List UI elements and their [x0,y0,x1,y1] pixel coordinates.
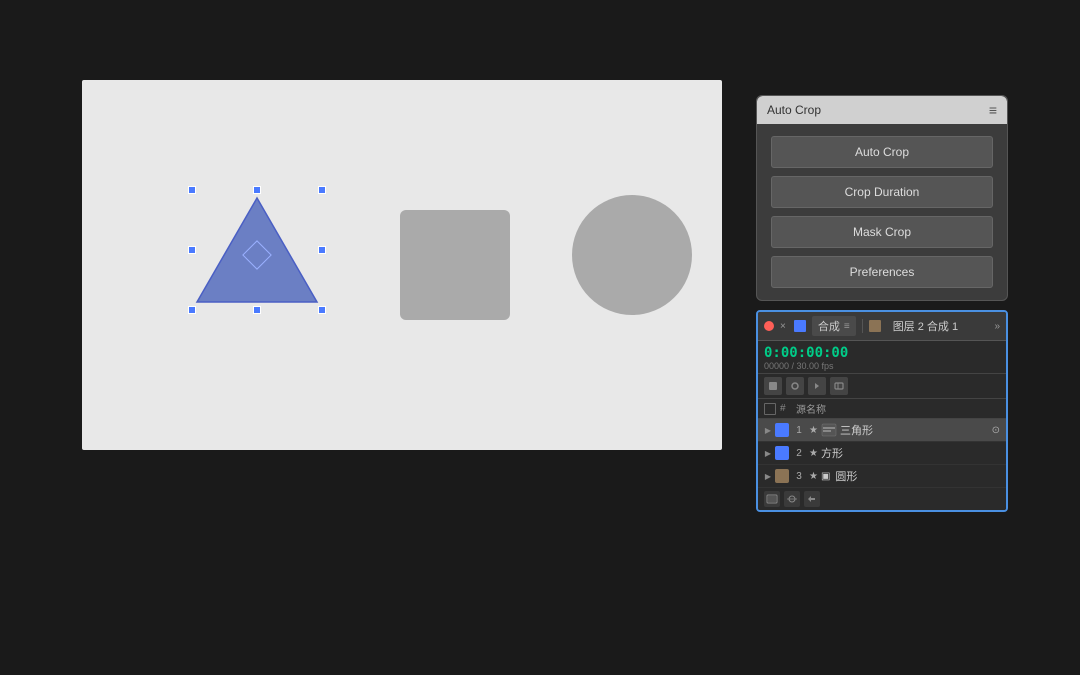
timecode: 0:00:00:00 [764,345,1000,361]
tl-ctrl-2[interactable] [786,377,804,395]
tl-ctrl-1[interactable] [764,377,782,395]
rectangle-shape[interactable] [400,210,510,320]
layer-star-1: ★ [809,425,818,436]
tl-ctrl-3[interactable] [808,377,826,395]
autocrop-titlebar: Auto Crop ≡ [757,96,1007,124]
layer-name-1: 三角形 [840,422,989,438]
tl-separator [862,319,863,333]
timeline-panel: × 合成 ≡ 图层 2 合成 1 » 0:00:00:00 00000 / 30… [756,310,1008,512]
timeline-time: 0:00:00:00 00000 / 30.00 fps [758,341,1006,374]
tl-ctrl-4[interactable] [830,377,848,395]
time-detail: 00000 / 30.00 fps [764,361,1000,371]
handle-bl[interactable] [188,306,196,314]
handle-br[interactable] [318,306,326,314]
tl-comp2-icon [869,320,881,332]
handle-ml[interactable] [188,246,196,254]
tl-bottom-btn2[interactable] [784,491,800,507]
autocrop-title: Auto Crop [767,103,983,117]
shape-container [82,80,722,450]
layer-row-3[interactable]: ▶ 3 ★ ▣ 圆形 [758,465,1006,488]
tl-tab-comp2[interactable]: 图层 2 合成 1 [887,316,964,336]
timeline-controls [758,374,1006,399]
circle-shape[interactable] [572,195,692,315]
auto-crop-button[interactable]: Auto Crop [771,136,993,168]
layer-row-1[interactable]: ▶ 1 ★ 三角形 ⊙ [758,419,1006,442]
tl-close-btn[interactable] [764,321,774,331]
autocrop-buttons: Auto Crop Crop Duration Mask Crop Prefer… [757,124,1007,300]
triangle-selected[interactable] [192,190,322,310]
tl-arrow[interactable]: » [994,321,1000,332]
layer-row-2[interactable]: ▶ 2 ★ 方形 [758,442,1006,465]
layer-num-2: 2 [792,448,806,459]
layer-name-2: 方形 [821,445,1000,461]
col-name-header: 源名称 [796,401,986,416]
autocrop-menu-icon[interactable]: ≡ [989,102,997,118]
layer-thumb-1 [821,423,837,437]
layer-num-1: 1 [792,425,806,436]
timeline-bottom [758,488,1006,510]
tl-comp-label: 合成 [818,318,840,334]
col-toggle [764,403,776,415]
layer-color-2 [775,446,789,460]
handle-bc[interactable] [253,306,261,314]
layer-options-1[interactable]: ⊙ [992,425,1000,436]
handle-tl[interactable] [188,186,196,194]
main-canvas [82,80,722,450]
handle-tr[interactable] [318,186,326,194]
layer-color-1 [775,423,789,437]
tl-comp-icon [794,320,806,332]
layer-name-3: 圆形 [835,468,1000,484]
layer-num-3: 3 [792,471,806,482]
handle-tc[interactable] [253,186,261,194]
col-options-header [986,403,1000,415]
tl-bottom-btn1[interactable] [764,491,780,507]
tl-comp2-label: 图层 2 合成 1 [893,318,958,334]
layer-star-2: ★ [809,448,818,459]
tl-x: × [780,321,786,332]
layer-color-3 [775,469,789,483]
crop-duration-button[interactable]: Crop Duration [771,176,993,208]
layer-expand-2: ▶ [764,449,772,457]
tl-tab-comp[interactable]: 合成 ≡ [812,316,856,336]
handle-mr[interactable] [318,246,326,254]
tl-tab-menu[interactable]: ≡ [844,321,850,332]
autocrop-panel: Auto Crop ≡ Auto Crop Crop Duration Mask… [756,95,1008,301]
layer-expand-3: ▶ [764,472,772,480]
layer-expand-1: ▶ [764,426,772,434]
timeline-header: × 合成 ≡ 图层 2 合成 1 » [758,312,1006,341]
tl-bottom-btn3[interactable] [804,491,820,507]
preferences-button[interactable]: Preferences [771,256,993,288]
layer-star-3: ★ [809,471,818,482]
col-num-header: # [780,403,796,414]
timeline-col-header: # 源名称 [758,399,1006,419]
layer-icon-3: ▣ [821,471,830,482]
mask-crop-button[interactable]: Mask Crop [771,216,993,248]
